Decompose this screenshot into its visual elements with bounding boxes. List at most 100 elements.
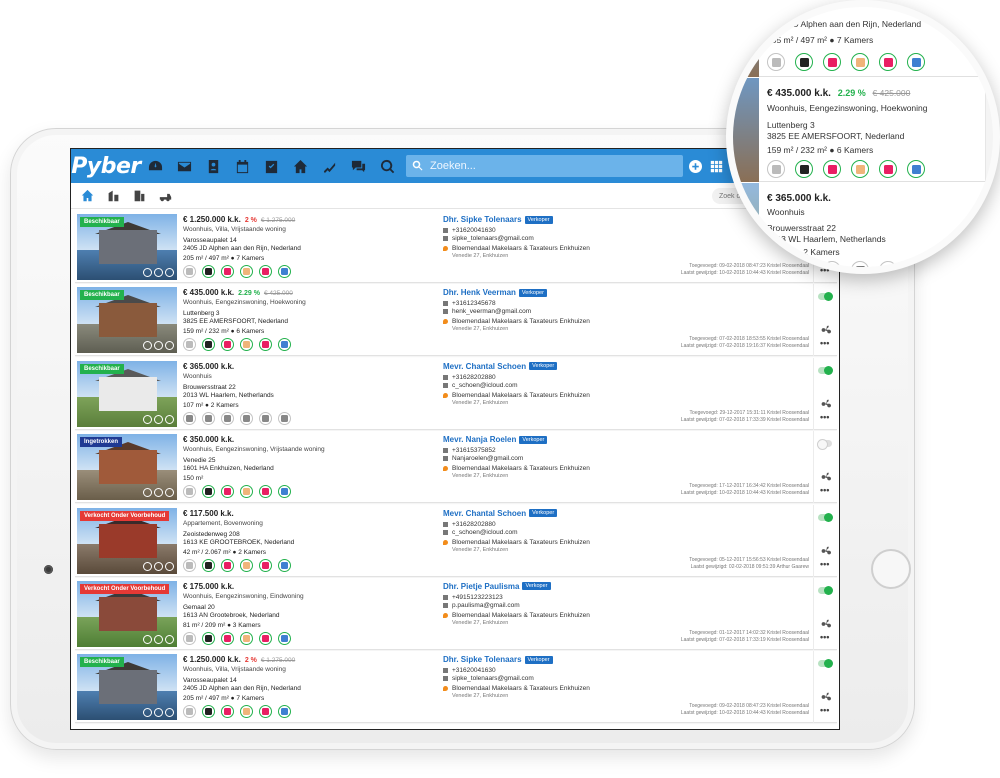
listing-photo[interactable]: Ingetrokken — [77, 434, 177, 501]
photo-play-icon[interactable] — [165, 634, 174, 644]
apps-grid-icon[interactable] — [710, 160, 723, 173]
photo-expand-icon[interactable] — [143, 634, 152, 644]
marketing-icon[interactable] — [315, 149, 344, 183]
house-pink-icon[interactable] — [221, 485, 234, 499]
globe-icon[interactable] — [278, 265, 291, 278]
globe-icon[interactable] — [278, 631, 291, 645]
doc-icon[interactable] — [202, 631, 215, 645]
tag-pink-icon[interactable] — [259, 705, 272, 719]
phone-number[interactable]: +31620041630 — [452, 667, 496, 674]
doc-icon[interactable] — [795, 160, 813, 178]
app-logo[interactable]: Pyber — [71, 149, 141, 183]
listing-photo[interactable]: Beschikbaar — [77, 214, 177, 280]
contact-name[interactable]: Dhr. Sipke Tolenaars — [443, 215, 522, 224]
tag-pink-icon[interactable] — [879, 160, 897, 178]
person-icon[interactable] — [240, 411, 253, 425]
doc-icon[interactable] — [202, 558, 215, 572]
person-icon[interactable] — [240, 631, 253, 645]
share-icon[interactable] — [821, 616, 831, 628]
photo-play-icon[interactable] — [165, 561, 174, 571]
photo-link-icon[interactable] — [154, 634, 163, 644]
more-icon[interactable]: ••• — [820, 632, 829, 641]
publish-toggle[interactable] — [818, 512, 833, 522]
email-address[interactable]: p.paulisma@gmail.com — [452, 602, 520, 609]
globe-icon[interactable] — [278, 411, 291, 425]
photo-play-icon[interactable] — [165, 488, 174, 498]
doc-icon[interactable] — [202, 338, 215, 352]
tag-pink-icon[interactable] — [259, 558, 272, 572]
office-name[interactable]: Bloemendaal Makelaars & Taxateurs Enkhui… — [452, 539, 590, 546]
listing-card[interactable]: Beschikbaar € 435.000 k.k. 2.29 % € 425.… — [75, 284, 837, 357]
phone-number[interactable]: +31620041630 — [452, 227, 496, 234]
tag-pink-icon[interactable] — [879, 53, 897, 71]
home-button[interactable] — [871, 549, 911, 589]
doc-icon[interactable] — [202, 705, 215, 719]
listing-photo[interactable]: Beschikbaar — [77, 654, 177, 721]
photo-play-icon[interactable] — [165, 414, 174, 424]
publish-toggle[interactable] — [818, 365, 833, 375]
share-icon[interactable] — [821, 543, 831, 554]
contact-name[interactable]: Mevr. Chantal Schoen — [443, 362, 526, 371]
office-name[interactable]: Bloemendaal Makelaars & Taxateurs Enkhui… — [452, 465, 590, 472]
share-icon[interactable] — [821, 322, 831, 334]
crown-icon[interactable] — [767, 53, 785, 71]
tag-pink-icon[interactable] — [259, 338, 272, 352]
photo-expand-icon[interactable] — [143, 341, 152, 351]
person-icon[interactable] — [851, 261, 869, 267]
globe-icon[interactable] — [907, 53, 925, 71]
globe-icon[interactable] — [278, 558, 291, 572]
globe-icon[interactable] — [907, 160, 925, 178]
doc-icon[interactable] — [202, 265, 215, 278]
contact-name[interactable]: Dhr. Sipke Tolenaars — [443, 655, 522, 664]
photo-play-icon[interactable] — [165, 708, 174, 718]
listing-photo[interactable]: Beschikbaar — [77, 287, 177, 354]
crown-icon[interactable] — [183, 338, 196, 352]
email-address[interactable]: Nanjaroelen@gmail.com — [452, 455, 523, 462]
listing-photo[interactable]: Verkocht Onder Voorbehoud — [77, 580, 177, 647]
listing-photo[interactable]: Beschikbaar — [77, 360, 177, 427]
phone-number[interactable]: +31628202880 — [452, 521, 496, 528]
globe-icon[interactable] — [278, 485, 291, 499]
person-icon[interactable] — [851, 53, 869, 71]
house-pink-icon[interactable] — [221, 265, 234, 278]
filter-apartment-icon[interactable] — [129, 186, 149, 206]
house-pink-icon[interactable] — [221, 631, 234, 645]
house-pink-icon[interactable] — [221, 411, 234, 425]
photo-link-icon[interactable] — [154, 488, 163, 498]
globe-icon[interactable] — [278, 705, 291, 719]
contact-name[interactable]: Dhr. Henk Veerman — [443, 288, 516, 297]
share-icon[interactable] — [821, 469, 831, 481]
person-icon[interactable] — [240, 338, 253, 352]
house-pink-icon[interactable] — [221, 558, 234, 572]
photo-link-icon[interactable] — [154, 268, 163, 277]
crown-icon[interactable] — [183, 485, 196, 499]
email-address[interactable]: c_schoen@icloud.com — [452, 382, 518, 389]
house-pink-icon[interactable] — [221, 705, 234, 719]
search-house-icon[interactable] — [373, 149, 402, 183]
email-address[interactable]: sipke_tolenaars@gmail.com — [452, 675, 534, 682]
listing-card[interactable]: Ingetrokken € 350.000 k.k. Woonhuis, Een… — [75, 431, 837, 504]
tag-pink-icon[interactable] — [259, 411, 272, 425]
more-icon[interactable]: ••• — [820, 706, 829, 715]
office-name[interactable]: Bloemendaal Makelaars & Taxateurs Enkhui… — [452, 685, 590, 692]
more-icon[interactable]: ••• — [820, 412, 829, 421]
more-icon[interactable]: ••• — [820, 559, 829, 568]
crown-icon[interactable] — [183, 411, 196, 425]
phone-number[interactable]: +31628202880 — [452, 374, 496, 381]
office-name[interactable]: Bloemendaal Makelaars & Taxateurs Enkhui… — [452, 612, 590, 619]
house-pink-icon[interactable] — [221, 338, 234, 352]
crown-icon[interactable] — [183, 265, 196, 278]
photo-link-icon[interactable] — [154, 414, 163, 424]
phone-number[interactable]: +31612345678 — [452, 300, 496, 307]
home-icon[interactable] — [286, 149, 315, 183]
listing-card[interactable]: Verkocht Onder Voorbehoud € 175.000 k.k.… — [75, 577, 837, 650]
person-icon[interactable] — [240, 705, 253, 719]
doc-icon[interactable] — [795, 53, 813, 71]
photo-expand-icon[interactable] — [143, 488, 152, 498]
tasks-icon[interactable] — [257, 149, 286, 183]
listing-card[interactable]: Verkocht Onder Voorbehoud € 117.500 k.k.… — [75, 504, 837, 577]
more-icon[interactable]: ••• — [820, 486, 829, 495]
person-icon[interactable] — [240, 485, 253, 499]
photo-expand-icon[interactable] — [143, 268, 152, 277]
photo-expand-icon[interactable] — [143, 708, 152, 718]
